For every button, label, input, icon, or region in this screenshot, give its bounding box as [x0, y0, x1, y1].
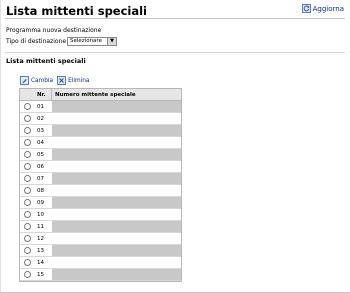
- delete-icon: [57, 76, 67, 85]
- row-number: 12: [37, 235, 44, 242]
- row-sender-number: [52, 269, 181, 280]
- row-select-radio[interactable]: [23, 127, 31, 134]
- row-sender-number: [52, 233, 181, 244]
- change-label: Cambia: [31, 77, 54, 84]
- row-sender-number: [52, 173, 181, 184]
- row-select-radio[interactable]: [23, 139, 31, 146]
- table-row[interactable]: 14: [20, 257, 181, 269]
- table-row[interactable]: 04: [20, 137, 181, 149]
- row-sender-number: [52, 125, 181, 136]
- row-number: 10: [37, 211, 44, 218]
- row-number: 15: [37, 271, 44, 278]
- table-row[interactable]: 10: [20, 209, 181, 221]
- row-sender-number: [52, 245, 181, 256]
- table-body: 01 02 03 04 05 06 07 08 09 10 11 12 13 14 15: [20, 101, 181, 281]
- row-number: 08: [37, 187, 44, 194]
- column-header-number: Nr.: [34, 89, 52, 100]
- row-sender-number: [52, 257, 181, 268]
- title-divider: [5, 18, 345, 19]
- delete-button[interactable]: Elimina: [57, 76, 89, 85]
- column-header-sender-number: Numero mittente speciale: [55, 91, 136, 98]
- table-row[interactable]: 02: [20, 113, 181, 125]
- row-sender-number: [52, 161, 181, 172]
- row-sender-number: [52, 221, 181, 232]
- destination-type-select[interactable]: Selezionare ▼: [67, 37, 117, 46]
- refresh-icon: [301, 4, 311, 13]
- row-number: 04: [37, 139, 44, 146]
- row-number: 06: [37, 163, 44, 170]
- program-new-destination-label: Programma nuova destinazione: [6, 27, 102, 34]
- table-row[interactable]: 07: [20, 173, 181, 185]
- table-row[interactable]: 03: [20, 125, 181, 137]
- table-row[interactable]: 08: [20, 185, 181, 197]
- edit-icon: [20, 76, 29, 85]
- row-sender-number: [52, 113, 181, 124]
- row-number: 02: [37, 115, 44, 122]
- row-number: 05: [37, 151, 44, 158]
- row-sender-number: [52, 197, 181, 208]
- row-select-radio[interactable]: [23, 187, 31, 194]
- table-row[interactable]: 15: [20, 269, 181, 281]
- update-label: Aggiorna: [312, 4, 344, 13]
- row-select-radio[interactable]: [23, 103, 31, 110]
- row-select-radio[interactable]: [23, 247, 31, 254]
- row-select-radio[interactable]: [23, 223, 31, 230]
- row-number: 03: [37, 127, 44, 134]
- table-row[interactable]: 06: [20, 161, 181, 173]
- row-sender-number: [52, 209, 181, 220]
- row-select-radio[interactable]: [23, 271, 31, 278]
- destination-type-label: Tipo di destinazione: [6, 38, 67, 45]
- table-row[interactable]: 12: [20, 233, 181, 245]
- section-divider: [5, 52, 345, 53]
- row-select-radio[interactable]: [23, 211, 31, 218]
- table-row[interactable]: 09: [20, 197, 181, 209]
- row-sender-number: [52, 101, 181, 112]
- row-sender-number: [52, 137, 181, 148]
- row-select-radio[interactable]: [23, 175, 31, 182]
- row-select-radio[interactable]: [23, 235, 31, 242]
- row-number: 09: [37, 199, 44, 206]
- page-title: Lista mittenti speciali: [6, 4, 148, 18]
- row-number: 14: [37, 259, 44, 266]
- row-number: 11: [37, 223, 44, 230]
- row-number: 13: [37, 247, 44, 254]
- list-toolbar: Cambia Elimina: [20, 76, 89, 85]
- row-select-radio[interactable]: [23, 115, 31, 122]
- row-select-radio[interactable]: [23, 151, 31, 158]
- row-sender-number: [52, 185, 181, 196]
- destination-type-value: Selezionare: [70, 38, 102, 44]
- table-row[interactable]: 05: [20, 149, 181, 161]
- row-select-radio[interactable]: [23, 163, 31, 170]
- table-header: Nr. Numero mittente speciale: [20, 89, 181, 101]
- change-button[interactable]: Cambia: [20, 76, 53, 85]
- table-row[interactable]: 11: [20, 221, 181, 233]
- row-sender-number: [52, 149, 181, 160]
- section-title: Lista mittenti speciali: [6, 57, 86, 65]
- update-button[interactable]: Aggiorna: [301, 4, 344, 13]
- row-number: 07: [37, 175, 44, 182]
- special-senders-table: Nr. Numero mittente speciale 01 02 03 04 05 0…: [19, 88, 182, 282]
- delete-label: Elimina: [68, 77, 90, 84]
- table-row[interactable]: 13: [20, 245, 181, 257]
- row-select-radio[interactable]: [23, 259, 31, 266]
- table-row[interactable]: 01: [20, 101, 181, 113]
- row-number: 01: [37, 103, 44, 110]
- row-select-radio[interactable]: [23, 199, 31, 206]
- chevron-down-icon: ▼: [107, 38, 116, 45]
